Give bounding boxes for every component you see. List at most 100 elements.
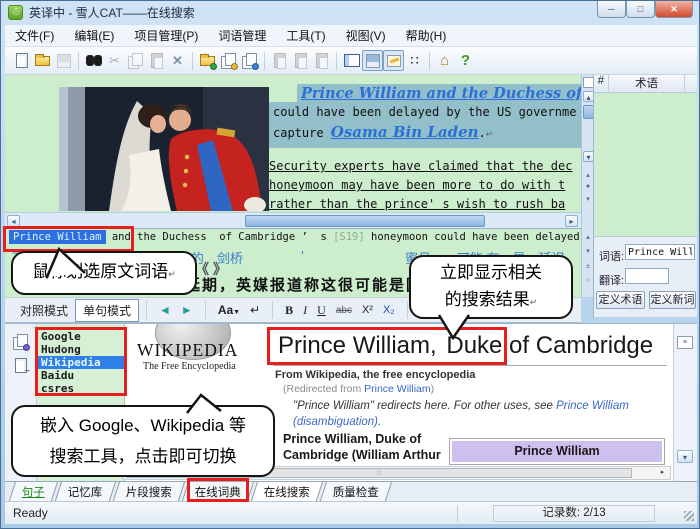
terms-list-empty <box>594 93 697 237</box>
define-new-word-button[interactable]: 定义新词 <box>649 291 696 309</box>
word-input[interactable] <box>625 244 695 260</box>
new-document-icon[interactable] <box>11 50 32 71</box>
terms-header: # 术语 <box>594 75 697 93</box>
export-result-icon[interactable]: → <box>10 355 31 376</box>
find-icon[interactable] <box>83 50 104 71</box>
menu-tools[interactable]: 工具(T) <box>276 25 335 46</box>
word-label: 词语: <box>599 251 625 263</box>
superscript-button[interactable]: X² <box>357 304 378 316</box>
status-ready: Ready <box>13 506 48 520</box>
export-document-icon[interactable] <box>239 50 260 71</box>
paste-special-icon-2[interactable] <box>290 50 311 71</box>
translation-input[interactable] <box>625 268 669 284</box>
close-button[interactable]: ✕ <box>655 1 693 18</box>
translation-label: 翻译: <box>599 275 625 287</box>
disambiguation-link[interactable]: Prince William <box>556 400 629 412</box>
menu-project[interactable]: 项目管理(P) <box>124 25 208 46</box>
source-line-2: capture Osama Bin Laden.↵ <box>273 123 494 141</box>
callout-3-tail <box>186 393 222 414</box>
status-divider <box>457 505 458 522</box>
source-heading-link[interactable]: Prince William and the Duchess of Ca <box>297 84 581 103</box>
app-icon: ☃ <box>8 4 23 20</box>
menu-glossary[interactable]: 词语管理 <box>208 25 276 46</box>
save-layout-icon[interactable] <box>362 50 383 71</box>
cut-icon[interactable]: ✂ <box>104 50 125 71</box>
single-sentence-mode-button[interactable]: 单句模式 <box>75 298 140 322</box>
save-icon[interactable] <box>53 50 74 71</box>
reading-list-icon[interactable]: ≡ <box>677 336 693 349</box>
menu-help[interactable]: 帮助(H) <box>396 25 457 46</box>
strikethrough-button[interactable]: abc <box>331 305 357 316</box>
status-bar: Ready 记录数: 2/13 <box>5 501 697 524</box>
copy-icon[interactable] <box>125 50 146 71</box>
title-bar: ☃ 英译中 - 雪人CAT——在线搜索 ─ □ ✕ <box>1 1 699 23</box>
annotation-box-engine-list <box>35 327 127 396</box>
menu-view[interactable]: 视图(V) <box>336 25 396 46</box>
wiki-note-line-2: (disambiguation). <box>293 416 382 428</box>
minimize-button[interactable]: ─ <box>597 1 626 18</box>
paragraph-mark: ↵ <box>485 129 494 139</box>
paste-special-icon-1[interactable] <box>269 50 290 71</box>
menu-edit[interactable]: 编辑(E) <box>64 25 124 46</box>
bold-button[interactable]: B <box>280 303 298 318</box>
wikipedia-logo-text: WIKIPEDIA <box>137 340 239 360</box>
maximize-button[interactable]: □ <box>626 1 655 18</box>
bottom-tab-bar: 句子 记忆库 片段搜索 在线词典 在线搜索 质量检查 <box>5 481 697 504</box>
paste-special-icon-3[interactable] <box>311 50 332 71</box>
callout-select-source: 鼠标划选原文词语↵ <box>11 251 197 295</box>
paste-icon[interactable] <box>146 50 167 71</box>
home-icon[interactable]: ⌂ <box>434 50 455 71</box>
document-view: Prince William and the Duchess of Ca cou… <box>5 75 581 228</box>
callout-search-results: 立即显示相关 的搜索结果↵ <box>409 255 573 319</box>
help-icon[interactable]: ? <box>455 50 476 71</box>
font-button[interactable]: Aa▼ <box>213 303 245 317</box>
callout-embedded-engines: 嵌入 Google、Wikipedia 等 搜索工具，点击即可切换 <box>11 405 275 477</box>
subscript-button[interactable]: X₂ <box>378 304 400 316</box>
edit-layout-icon[interactable] <box>383 50 404 71</box>
underline-button[interactable]: U <box>312 303 331 318</box>
open-file-icon[interactable] <box>32 50 53 71</box>
define-term-button[interactable]: 定义术语 <box>596 291 645 309</box>
wiki-infobox: Prince William <box>449 438 665 465</box>
callout-2-tail <box>437 314 471 340</box>
wiki-title-rule <box>273 365 667 366</box>
toolbar: ✂ ✕ ∷ ⌂ ? <box>5 47 697 75</box>
segment-tag: [S19] <box>333 231 365 243</box>
grid-view-icon[interactable]: ∷ <box>404 50 425 71</box>
import-document-icon[interactable] <box>218 50 239 71</box>
next-arrow-icon[interactable]: ► <box>176 303 198 317</box>
project-settings-icon[interactable] <box>197 50 218 71</box>
disambiguation-link-2[interactable]: (disambiguation) <box>293 416 378 428</box>
caret-down-icon: ▼ <box>233 309 241 316</box>
osama-bin-laden-link[interactable]: Osama Bin Laden <box>331 123 479 141</box>
wiki-vertical-scrollbar[interactable]: ≡ ▾ <box>673 324 697 481</box>
compare-mode-button[interactable]: 对照模式 <box>13 300 75 321</box>
wiki-scroll-right-button[interactable]: ▸ <box>656 468 669 478</box>
callout-1-tail <box>45 246 86 278</box>
line-break-icon[interactable]: ↵ <box>245 303 265 317</box>
resize-grip[interactable] <box>684 511 694 521</box>
wiki-from-line: From Wikipedia, the free encyclopedia <box>275 369 476 381</box>
menu-file[interactable]: 文件(F) <box>5 25 64 46</box>
prev-arrow-icon[interactable]: ◄ <box>154 303 176 317</box>
wiki-scroll-down-button[interactable]: ▾ <box>677 450 693 463</box>
wiki-redirect-line: (Redirected from Prince William) <box>283 383 435 395</box>
terms-panel: # 术语 词语: 翻译: 定义术语 定义新词 <box>593 75 697 317</box>
annotation-box-active-tab <box>187 478 249 502</box>
wikipedia-tagline: The Free Encyclopedia <box>143 361 236 372</box>
terms-col-hash: # <box>594 75 609 92</box>
italic-button[interactable]: I <box>298 303 312 318</box>
window-title: 英译中 - 雪人CAT——在线搜索 <box>29 5 195 20</box>
scroll-right-button[interactable]: ▸ <box>565 215 578 227</box>
copy-result-icon[interactable] <box>10 331 31 352</box>
wiki-infobox-title: Prince William <box>452 441 662 462</box>
delete-icon[interactable]: ✕ <box>167 50 188 71</box>
column-view-icon[interactable] <box>341 50 362 71</box>
application-window: ☃ 英译中 - 雪人CAT——在线搜索 ─ □ ✕ 文件(F) 编辑(E) 项目… <box>0 0 700 529</box>
wiki-body-line-1: Prince William, Duke of <box>283 432 422 446</box>
scroll-thumb[interactable] <box>245 215 485 227</box>
redirect-link[interactable]: Prince William <box>364 383 431 395</box>
status-record-count: 记录数: 2/13 <box>493 505 655 522</box>
alignment-chinese-quote: ’ <box>301 248 304 263</box>
source-line-1: could have been delayed by the US govern… <box>273 105 577 119</box>
